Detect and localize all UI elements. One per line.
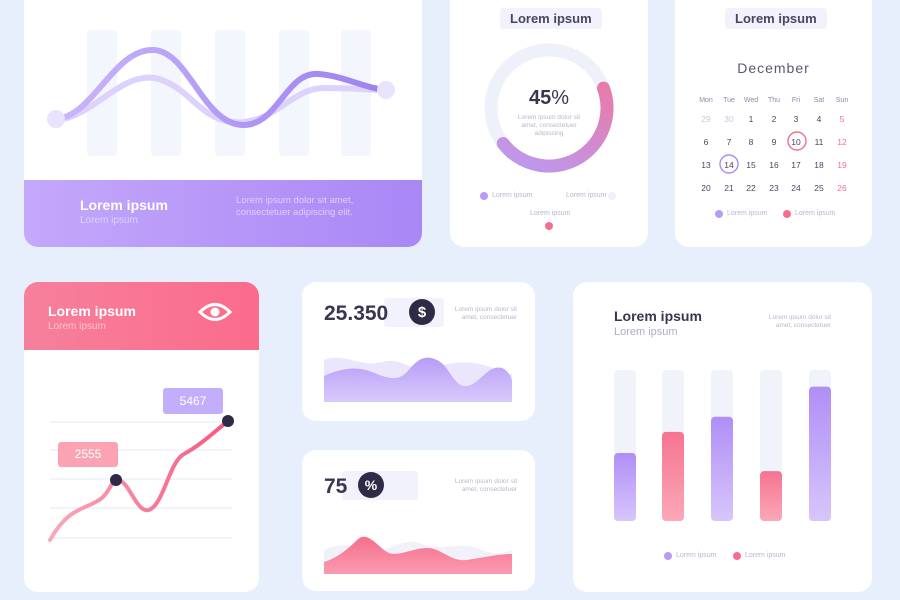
- calendar-day[interactable]: 2: [763, 114, 785, 124]
- stat-card-money: 25.350 $ Lorem ipsum dolor sit amet, con…: [302, 282, 535, 421]
- bar-3[interactable]: [711, 416, 733, 521]
- legend-dot-purple: [480, 192, 488, 200]
- calendar-day[interactable]: 13: [695, 160, 717, 170]
- footer-subtitle: Lorem ipsum: [80, 215, 138, 226]
- bar-chart: [614, 370, 831, 560]
- dollar-icon: $: [417, 304, 427, 321]
- donut-legend-1: Lorem ipsum: [492, 192, 533, 199]
- bar-5[interactable]: [809, 386, 831, 521]
- donut-legend-2: Lorem ipsum: [566, 192, 607, 199]
- stat-money-value: 25.350: [324, 302, 389, 325]
- calendar-day[interactable]: 26: [831, 183, 853, 193]
- eye-icon[interactable]: [197, 303, 233, 321]
- trend-line: [48, 419, 230, 542]
- wave-start-dot: [47, 110, 65, 128]
- calendar-day[interactable]: 29: [695, 114, 717, 124]
- label-high: 5467: [179, 394, 207, 408]
- calendar-weekday: Sun: [835, 97, 849, 104]
- calendar-day[interactable]: 1: [740, 114, 762, 124]
- donut-unit: %: [551, 87, 570, 109]
- line-chart-card: Lorem ipsum Lorem ipsum 5467 2555: [24, 282, 259, 592]
- calendar-day[interactable]: 23: [763, 183, 785, 193]
- calendar-day[interactable]: 30: [718, 114, 740, 124]
- bar-legend-1: Lorem ipsum: [676, 552, 717, 559]
- calendar-day[interactable]: 6: [695, 137, 717, 147]
- legend-dot-purple: [715, 210, 723, 218]
- stat-card-percent: 75 % Lorem ipsum dolor sit amet, consect…: [302, 450, 535, 591]
- calendar-day[interactable]: 20: [695, 183, 717, 193]
- calendar-weekday: Wed: [743, 97, 759, 104]
- donut-value: 45%: [450, 87, 648, 110]
- calendar-day[interactable]: 3: [785, 114, 807, 124]
- footer-description: Lorem ipsum dolor sit amet, consectetuer…: [236, 195, 354, 218]
- calendar-day[interactable]: 7: [718, 137, 740, 147]
- bar-chart-card: Lorem ipsum Lorem ipsum Lorem ipsum dolo…: [573, 282, 872, 592]
- donut-legend-3: Lorem ipsum: [530, 210, 571, 217]
- legend-dot-pink: [545, 222, 553, 230]
- calendar-day[interactable]: 15: [740, 160, 762, 170]
- stat-money-description: Lorem ipsum dolor sit amet, consectetuer: [454, 306, 517, 322]
- calendar-day[interactable]: 18: [808, 160, 830, 170]
- calendar-day[interactable]: 11: [808, 137, 830, 147]
- donut-description: Lorem ipsum dolor sit amet, consectetuer…: [517, 114, 581, 138]
- calendar-day[interactable]: 25: [808, 183, 830, 193]
- calendar-day[interactable]: 4: [808, 114, 830, 124]
- calendar-day[interactable]: 10: [785, 137, 807, 147]
- calendar-weekday: Mon: [699, 97, 713, 104]
- stat-percent-description: Lorem ipsum dolor sit amet, consectetuer: [454, 478, 517, 494]
- bar-4[interactable]: [760, 471, 782, 521]
- calendar-day[interactable]: 22: [740, 183, 762, 193]
- chart-column: [215, 30, 245, 156]
- calendar-day[interactable]: 24: [785, 183, 807, 193]
- legend-dot-purple: [664, 552, 672, 560]
- calendar-day[interactable]: 19: [831, 160, 853, 170]
- bar-1[interactable]: [614, 453, 636, 521]
- legend-dot-light: [608, 192, 616, 200]
- calendar-weekday: Sat: [813, 97, 825, 104]
- label-low: 2555: [74, 447, 102, 461]
- bar-legend-2: Lorem ipsum: [745, 552, 786, 559]
- wave-chart-card: Lorem ipsum Lorem ipsum Lorem ipsum dolo…: [24, 0, 422, 247]
- calendar-card: Lorem ipsum December Mon Tue Wed Thu Fri Sat S…: [675, 0, 872, 247]
- footer-title: Lorem ipsum: [80, 197, 168, 213]
- bar-2[interactable]: [662, 431, 684, 521]
- calendar-day[interactable]: 12: [831, 137, 853, 147]
- donut-number: 45: [528, 87, 552, 109]
- donut-card: Lorem ipsum 45% Lorem ipsum dolor sit am…: [450, 0, 648, 247]
- calendar-day[interactable]: 5: [831, 114, 853, 124]
- stat-percent-value: 75: [324, 475, 348, 498]
- calendar-day[interactable]: 8: [740, 137, 762, 147]
- calendar-day[interactable]: 17: [785, 160, 807, 170]
- point-high: [222, 415, 234, 427]
- wave-end-dot: [377, 81, 395, 99]
- chart-column: [341, 30, 371, 156]
- legend-dot-pink: [733, 552, 741, 560]
- calendar-legend-1: Lorem ipsum: [727, 210, 768, 217]
- calendar-day[interactable]: 14: [718, 160, 740, 170]
- percent-icon: %: [364, 477, 378, 493]
- calendar-weekday: Tue: [723, 97, 735, 104]
- line-card-graphics: [48, 303, 234, 542]
- calendar-day[interactable]: 9: [763, 137, 785, 147]
- legend-dot-pink: [783, 210, 791, 218]
- calendar-weekday: Fri: [791, 97, 801, 104]
- stat-percent-graphics: [324, 471, 512, 574]
- calendar-day[interactable]: 21: [718, 183, 740, 193]
- calendar-weekday: Thu: [767, 97, 781, 104]
- calendar-day[interactable]: 16: [763, 160, 785, 170]
- calendar-legend-2: Lorem ipsum: [795, 210, 836, 217]
- point-low: [110, 474, 122, 486]
